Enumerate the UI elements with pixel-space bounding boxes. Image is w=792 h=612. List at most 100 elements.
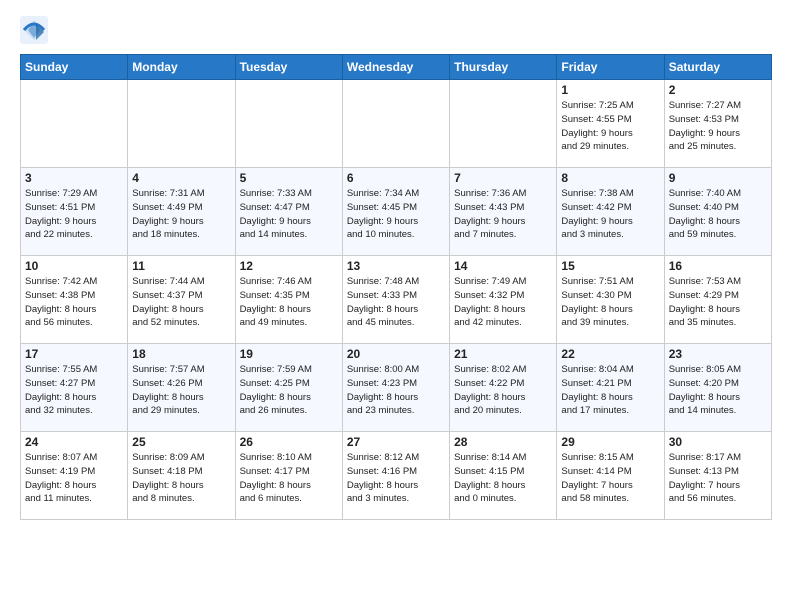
day-info: Sunrise: 7:51 AM Sunset: 4:30 PM Dayligh… bbox=[561, 275, 659, 330]
day-number: 5 bbox=[240, 171, 338, 185]
day-cell: 29 Sunrise: 8:15 AM Sunset: 4:14 PM Dayli… bbox=[557, 432, 664, 520]
col-header-thursday: Thursday bbox=[450, 55, 557, 80]
day-info: Sunrise: 8:09 AM Sunset: 4:18 PM Dayligh… bbox=[132, 451, 230, 506]
day-number: 28 bbox=[454, 435, 552, 449]
day-number: 2 bbox=[669, 83, 767, 97]
day-cell: 30Sunrise: 8:17 AM Sunset: 4:13 PM Dayli… bbox=[664, 432, 771, 520]
day-info: Sunrise: 7:42 AM Sunset: 4:38 PM Dayligh… bbox=[25, 275, 123, 330]
day-cell bbox=[21, 80, 128, 168]
day-cell: 3 Sunrise: 7:29 AM Sunset: 4:51 PM Daylig… bbox=[21, 168, 128, 256]
day-info: Sunrise: 8:04 AM Sunset: 4:21 PM Dayligh… bbox=[561, 363, 659, 418]
day-info: Sunrise: 8:15 AM Sunset: 4:14 PM Dayligh… bbox=[561, 451, 659, 506]
day-cell: 24 Sunrise: 8:07 AM Sunset: 4:19 PM Dayli… bbox=[21, 432, 128, 520]
day-number: 20 bbox=[347, 347, 445, 361]
day-info: Sunrise: 7:55 AM Sunset: 4:27 PM Dayligh… bbox=[25, 363, 123, 418]
day-info: Sunrise: 7:44 AM Sunset: 4:37 PM Dayligh… bbox=[132, 275, 230, 330]
page: SundayMondayTuesdayWednesdayThursdayFrid… bbox=[0, 0, 792, 530]
day-cell: 23 Sunrise: 8:05 AM Sunset: 4:20 PM Dayli… bbox=[664, 344, 771, 432]
day-cell: 13 Sunrise: 7:48 AM Sunset: 4:33 PM Dayli… bbox=[342, 256, 449, 344]
day-cell: 25 Sunrise: 8:09 AM Sunset: 4:18 PM Dayli… bbox=[128, 432, 235, 520]
day-number: 6 bbox=[347, 171, 445, 185]
day-cell: 22 Sunrise: 8:04 AM Sunset: 4:21 PM Dayli… bbox=[557, 344, 664, 432]
day-cell: 16 Sunrise: 7:53 AM Sunset: 4:29 PM Dayli… bbox=[664, 256, 771, 344]
day-number: 27 bbox=[347, 435, 445, 449]
day-info: Sunrise: 7:29 AM Sunset: 4:51 PM Dayligh… bbox=[25, 187, 123, 242]
day-cell: 19Sunrise: 7:59 AM Sunset: 4:25 PM Dayli… bbox=[235, 344, 342, 432]
col-header-monday: Monday bbox=[128, 55, 235, 80]
day-number: 30 bbox=[669, 435, 767, 449]
col-header-friday: Friday bbox=[557, 55, 664, 80]
day-cell: 6 Sunrise: 7:34 AM Sunset: 4:45 PM Daylig… bbox=[342, 168, 449, 256]
col-header-saturday: Saturday bbox=[664, 55, 771, 80]
day-number: 24 bbox=[25, 435, 123, 449]
day-info: Sunrise: 7:36 AM Sunset: 4:43 PM Dayligh… bbox=[454, 187, 552, 242]
day-number: 15 bbox=[561, 259, 659, 273]
day-number: 25 bbox=[132, 435, 230, 449]
day-info: Sunrise: 7:27 AM Sunset: 4:53 PM Dayligh… bbox=[669, 99, 767, 154]
day-cell: 26Sunrise: 8:10 AM Sunset: 4:17 PM Dayli… bbox=[235, 432, 342, 520]
day-info: Sunrise: 8:14 AM Sunset: 4:15 PM Dayligh… bbox=[454, 451, 552, 506]
day-cell bbox=[235, 80, 342, 168]
week-row-5: 24 Sunrise: 8:07 AM Sunset: 4:19 PM Dayli… bbox=[21, 432, 772, 520]
day-info: Sunrise: 8:12 AM Sunset: 4:16 PM Dayligh… bbox=[347, 451, 445, 506]
col-header-tuesday: Tuesday bbox=[235, 55, 342, 80]
day-cell bbox=[342, 80, 449, 168]
day-number: 1 bbox=[561, 83, 659, 97]
week-row-4: 17 Sunrise: 7:55 AM Sunset: 4:27 PM Dayli… bbox=[21, 344, 772, 432]
day-info: Sunrise: 7:59 AM Sunset: 4:25 PM Dayligh… bbox=[240, 363, 338, 418]
day-number: 10 bbox=[25, 259, 123, 273]
day-info: Sunrise: 7:34 AM Sunset: 4:45 PM Dayligh… bbox=[347, 187, 445, 242]
day-info: Sunrise: 7:40 AM Sunset: 4:40 PM Dayligh… bbox=[669, 187, 767, 242]
day-cell: 20 Sunrise: 8:00 AM Sunset: 4:23 PM Dayli… bbox=[342, 344, 449, 432]
day-number: 21 bbox=[454, 347, 552, 361]
day-cell: 17 Sunrise: 7:55 AM Sunset: 4:27 PM Dayli… bbox=[21, 344, 128, 432]
day-cell: 27 Sunrise: 8:12 AM Sunset: 4:16 PM Dayli… bbox=[342, 432, 449, 520]
day-info: Sunrise: 7:57 AM Sunset: 4:26 PM Dayligh… bbox=[132, 363, 230, 418]
day-cell: 12Sunrise: 7:46 AM Sunset: 4:35 PM Dayli… bbox=[235, 256, 342, 344]
day-cell: 18 Sunrise: 7:57 AM Sunset: 4:26 PM Dayli… bbox=[128, 344, 235, 432]
day-cell: 1Sunrise: 7:25 AM Sunset: 4:55 PM Daylig… bbox=[557, 80, 664, 168]
day-info: Sunrise: 7:48 AM Sunset: 4:33 PM Dayligh… bbox=[347, 275, 445, 330]
day-info: Sunrise: 8:07 AM Sunset: 4:19 PM Dayligh… bbox=[25, 451, 123, 506]
day-number: 22 bbox=[561, 347, 659, 361]
day-number: 11 bbox=[132, 259, 230, 273]
day-cell: 10 Sunrise: 7:42 AM Sunset: 4:38 PM Dayli… bbox=[21, 256, 128, 344]
day-cell: 5Sunrise: 7:33 AM Sunset: 4:47 PM Daylig… bbox=[235, 168, 342, 256]
day-number: 3 bbox=[25, 171, 123, 185]
day-cell: 8 Sunrise: 7:38 AM Sunset: 4:42 PM Daylig… bbox=[557, 168, 664, 256]
day-number: 8 bbox=[561, 171, 659, 185]
day-number: 23 bbox=[669, 347, 767, 361]
day-cell bbox=[450, 80, 557, 168]
week-row-1: 1Sunrise: 7:25 AM Sunset: 4:55 PM Daylig… bbox=[21, 80, 772, 168]
header-row: SundayMondayTuesdayWednesdayThursdayFrid… bbox=[21, 55, 772, 80]
day-cell: 4Sunrise: 7:31 AM Sunset: 4:49 PM Daylig… bbox=[128, 168, 235, 256]
day-info: Sunrise: 7:53 AM Sunset: 4:29 PM Dayligh… bbox=[669, 275, 767, 330]
day-info: Sunrise: 7:49 AM Sunset: 4:32 PM Dayligh… bbox=[454, 275, 552, 330]
day-cell: 15 Sunrise: 7:51 AM Sunset: 4:30 PM Dayli… bbox=[557, 256, 664, 344]
col-header-sunday: Sunday bbox=[21, 55, 128, 80]
day-number: 17 bbox=[25, 347, 123, 361]
header bbox=[20, 16, 772, 44]
logo bbox=[20, 16, 52, 44]
day-info: Sunrise: 8:10 AM Sunset: 4:17 PM Dayligh… bbox=[240, 451, 338, 506]
day-cell: 28 Sunrise: 8:14 AM Sunset: 4:15 PM Dayli… bbox=[450, 432, 557, 520]
week-row-2: 3 Sunrise: 7:29 AM Sunset: 4:51 PM Daylig… bbox=[21, 168, 772, 256]
logo-icon bbox=[20, 16, 48, 44]
day-number: 29 bbox=[561, 435, 659, 449]
day-cell: 7 Sunrise: 7:36 AM Sunset: 4:43 PM Daylig… bbox=[450, 168, 557, 256]
day-info: Sunrise: 7:31 AM Sunset: 4:49 PM Dayligh… bbox=[132, 187, 230, 242]
day-number: 16 bbox=[669, 259, 767, 273]
day-number: 14 bbox=[454, 259, 552, 273]
day-info: Sunrise: 8:05 AM Sunset: 4:20 PM Dayligh… bbox=[669, 363, 767, 418]
day-number: 7 bbox=[454, 171, 552, 185]
calendar-table: SundayMondayTuesdayWednesdayThursdayFrid… bbox=[20, 54, 772, 520]
day-cell: 9Sunrise: 7:40 AM Sunset: 4:40 PM Daylig… bbox=[664, 168, 771, 256]
week-row-3: 10 Sunrise: 7:42 AM Sunset: 4:38 PM Dayli… bbox=[21, 256, 772, 344]
day-cell: 21Sunrise: 8:02 AM Sunset: 4:22 PM Dayli… bbox=[450, 344, 557, 432]
day-info: Sunrise: 8:00 AM Sunset: 4:23 PM Dayligh… bbox=[347, 363, 445, 418]
day-number: 18 bbox=[132, 347, 230, 361]
day-cell bbox=[128, 80, 235, 168]
day-info: Sunrise: 7:38 AM Sunset: 4:42 PM Dayligh… bbox=[561, 187, 659, 242]
col-header-wednesday: Wednesday bbox=[342, 55, 449, 80]
day-number: 13 bbox=[347, 259, 445, 273]
